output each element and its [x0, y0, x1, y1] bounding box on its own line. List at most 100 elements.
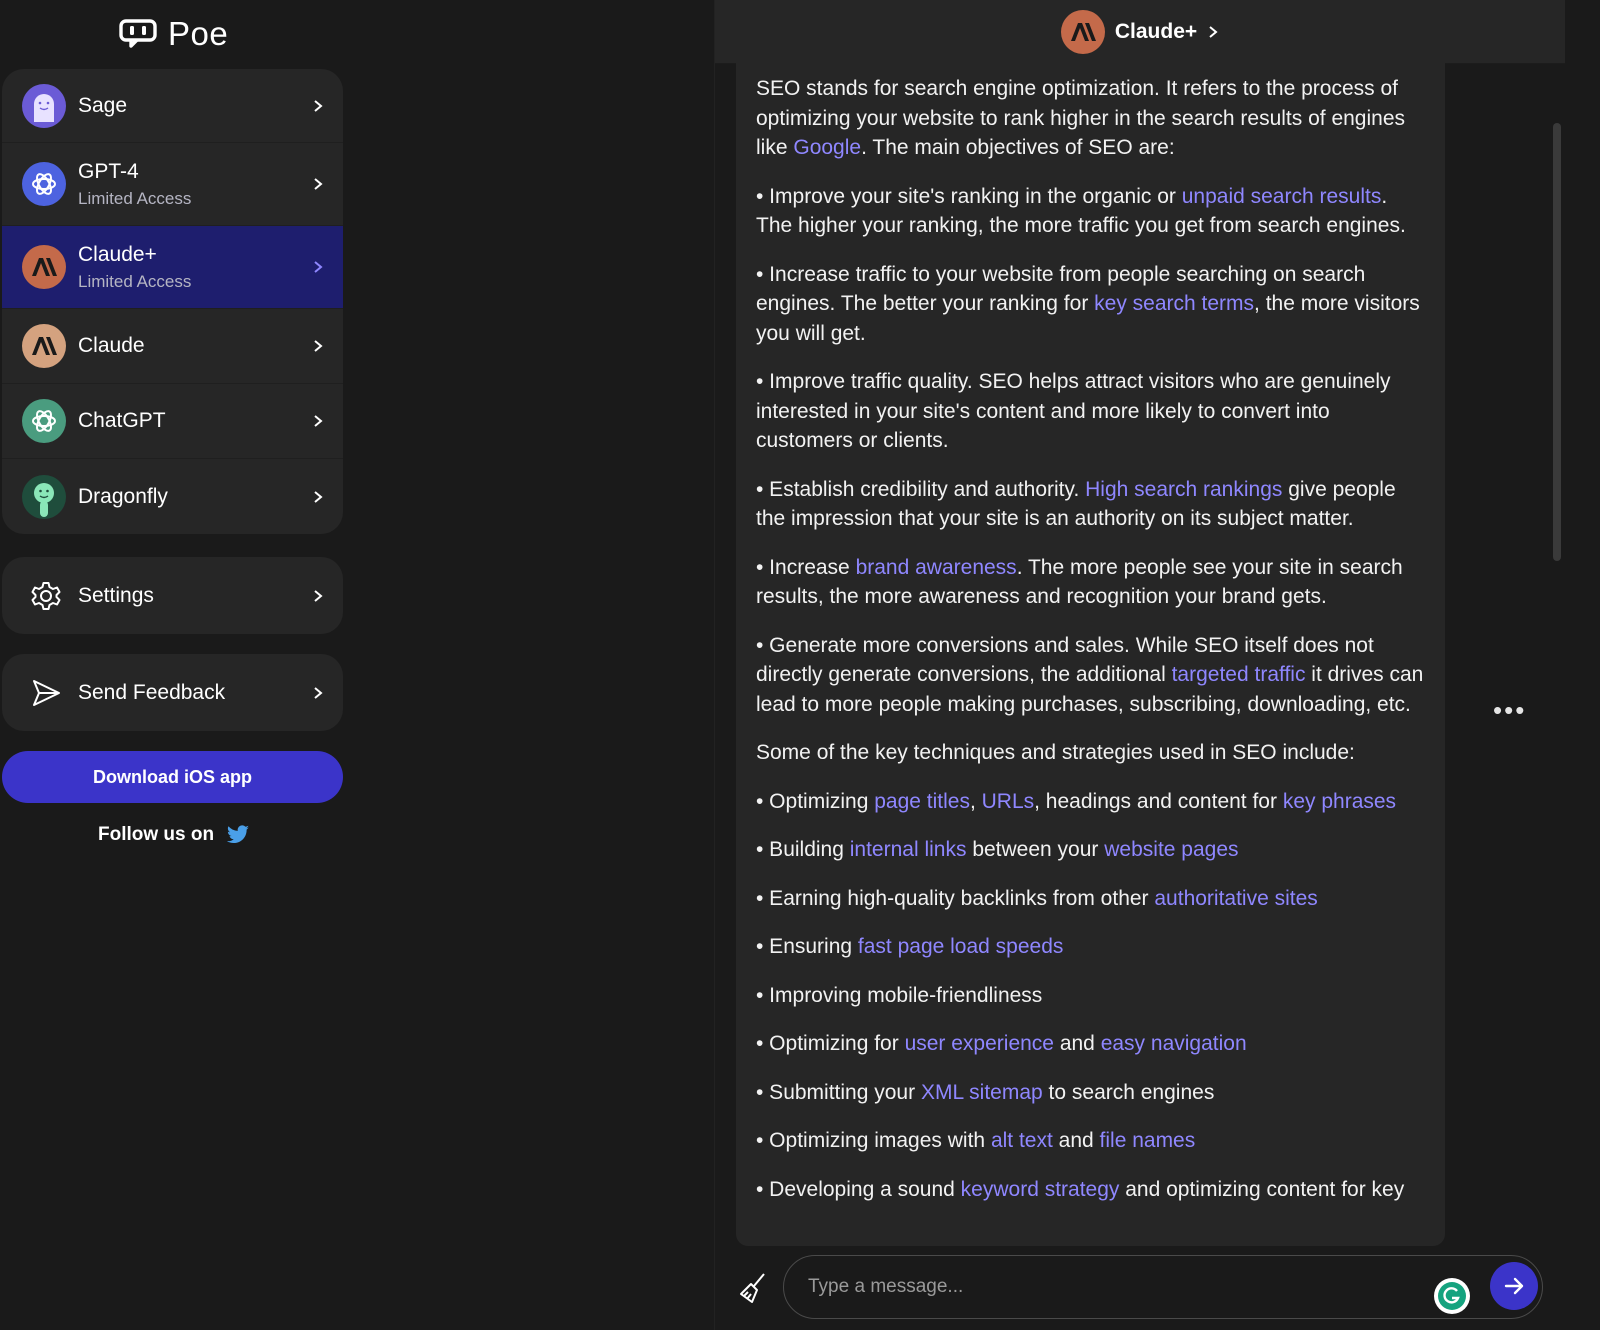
chevron-right-icon: [314, 99, 323, 112]
message-paragraph: Some of the key techniques and strategie…: [756, 738, 1425, 768]
message-text: • Optimizing: [756, 789, 875, 813]
chevron-right-icon: [314, 340, 323, 352]
bot-name: Sage: [78, 93, 128, 117]
bot-item-dragonfly[interactable]: Dragonfly: [2, 459, 343, 534]
settings-label: Settings: [78, 583, 154, 607]
grammarly-icon[interactable]: [1434, 1278, 1470, 1314]
message-text: to search engines: [1042, 1080, 1215, 1104]
inline-link[interactable]: website pages: [1104, 838, 1238, 861]
message-text: • Improving mobile-friendliness: [756, 983, 1043, 1007]
gear-icon: [31, 581, 61, 610]
chevron-right-icon: [314, 261, 323, 273]
bot-name: Dragonfly: [78, 484, 168, 508]
send-icon: [33, 679, 60, 706]
settings-button[interactable]: Settings: [2, 557, 343, 634]
bot-subtitle: Limited Access: [78, 188, 192, 208]
dragonfly-icon: [22, 474, 66, 519]
follow-label: Follow us on: [98, 824, 215, 845]
bot-name: GPT-4: [78, 159, 139, 183]
message-text: • Optimizing images with: [756, 1129, 991, 1152]
inline-link[interactable]: unpaid search results: [1182, 185, 1382, 208]
inline-link[interactable]: page titles: [874, 790, 970, 813]
message-text: and: [1052, 1129, 1100, 1152]
message-text: • Submitting your: [756, 1080, 921, 1104]
message-text: between your: [966, 838, 1105, 861]
bot-item-claude-plus[interactable]: Claude+ Limited Access: [2, 226, 343, 309]
message-text: • Optimizing for: [756, 1032, 905, 1055]
sidebar: Poe Sage GPT-4 Limited Access Claude+ Li…: [0, 0, 345, 1330]
message-input-box[interactable]: [783, 1255, 1543, 1319]
chevron-right-icon: [314, 178, 323, 190]
message-input[interactable]: [808, 1268, 1408, 1306]
anthropic-logo-icon: [22, 324, 66, 368]
message-text: • Ensuring: [756, 935, 858, 958]
chevron-right-icon: [314, 415, 323, 427]
message-paragraph: • Generate more conversions and sales. W…: [756, 631, 1425, 720]
message-text: and: [1053, 1032, 1101, 1055]
bot-message: SEO stands for search engine optimizatio…: [736, 63, 1445, 1246]
bot-subtitle: Limited Access: [78, 271, 192, 291]
chat-header[interactable]: Claude+: [715, 0, 1565, 64]
download-ios-app-button[interactable]: Download iOS app: [2, 751, 343, 803]
inline-link[interactable]: keyword strategy: [961, 1178, 1120, 1201]
message-paragraph: • Earning high-quality backlinks from ot…: [756, 884, 1425, 914]
inline-link[interactable]: URLs: [982, 790, 1035, 813]
message-text: • Establish credibility and authority.: [756, 477, 1086, 501]
message-text: and optimizing content for key: [1119, 1177, 1405, 1201]
anthropic-logo-icon: [1060, 9, 1105, 54]
inline-link[interactable]: brand awareness: [856, 556, 1017, 579]
app-name: Poe: [168, 15, 229, 52]
message-paragraph: • Improve your site's ranking in the org…: [756, 182, 1425, 241]
send-feedback-label: Send Feedback: [78, 680, 226, 704]
arrow-right-icon: [1504, 1277, 1524, 1295]
bot-name: Claude: [78, 334, 145, 357]
poe-logo[interactable]: Poe: [118, 14, 228, 54]
message-paragraph: • Building internal links between your w…: [756, 835, 1425, 865]
message-text: , headings and content for: [1034, 789, 1283, 813]
message-paragraph: • Improving mobile-friendliness: [756, 981, 1425, 1011]
inline-link[interactable]: fast page load speeds: [858, 935, 1064, 958]
inline-link[interactable]: file names: [1100, 1129, 1196, 1152]
message-paragraph: • Optimizing for user experience and eas…: [756, 1029, 1425, 1059]
inline-link[interactable]: authoritative sites: [1154, 887, 1317, 910]
inline-link[interactable]: internal links: [850, 838, 967, 861]
inline-link[interactable]: key phrases: [1283, 790, 1396, 813]
chevron-right-icon: [1209, 25, 1218, 38]
composer: [715, 1246, 1565, 1330]
poe-logo-icon: [118, 15, 158, 54]
chevron-right-icon: [314, 686, 323, 699]
scrollbar[interactable]: [1553, 123, 1561, 561]
bot-item-chatgpt[interactable]: ChatGPT: [2, 384, 343, 459]
chat-bot-name: Claude+: [1114, 19, 1198, 43]
inline-link[interactable]: High search rankings: [1085, 478, 1282, 501]
message-paragraph: • Increase brand awareness. The more peo…: [756, 553, 1425, 612]
inline-link[interactable]: key search terms: [1094, 292, 1254, 315]
send-button[interactable]: [1490, 1262, 1538, 1310]
bot-name: Claude+: [78, 242, 157, 266]
inline-link[interactable]: alt text: [991, 1129, 1053, 1152]
message-paragraph: • Establish credibility and authority. H…: [756, 475, 1425, 534]
message-paragraph: • Developing a sound keyword strategy an…: [756, 1175, 1425, 1205]
bot-item-gpt-4[interactable]: GPT-4 Limited Access: [2, 143, 343, 226]
inline-link[interactable]: XML sitemap: [921, 1081, 1043, 1104]
more-options-icon[interactable]: •••: [1493, 697, 1526, 723]
message-text: Some of the key techniques and strategie…: [756, 741, 1355, 764]
message-text: • Improve your site's ranking in the org…: [756, 184, 1182, 208]
sage-ghost-icon: [22, 83, 66, 128]
message-text: • Improve traffic quality. SEO helps att…: [756, 370, 1391, 452]
chat-panel: Claude+ SEO stands for search engine opt…: [714, 0, 1565, 1330]
inline-link[interactable]: targeted traffic: [1172, 663, 1306, 686]
message-text: • Building: [756, 838, 850, 861]
inline-link[interactable]: user experience: [905, 1032, 1054, 1055]
inline-link[interactable]: easy navigation: [1101, 1032, 1247, 1055]
twitter-icon[interactable]: [226, 825, 250, 845]
bot-item-sage[interactable]: Sage: [2, 69, 343, 143]
inline-link[interactable]: Google: [793, 136, 861, 159]
clear-context-broom-icon[interactable]: [738, 1272, 768, 1304]
openai-logo-icon: [22, 162, 66, 206]
message-paragraph: SEO stands for search engine optimizatio…: [756, 74, 1425, 163]
bot-item-claude[interactable]: Claude: [2, 309, 343, 384]
bot-list: Sage GPT-4 Limited Access Claude+ Limite…: [2, 69, 343, 534]
send-feedback-button[interactable]: Send Feedback: [2, 654, 343, 731]
chevron-right-icon: [314, 490, 323, 503]
